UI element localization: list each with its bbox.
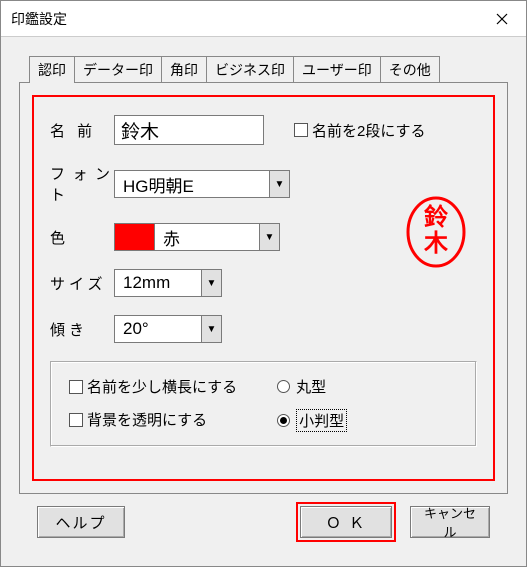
transparent-checkbox[interactable]: 背景を透明にする: [69, 409, 237, 430]
tab-strip: 認印 データー印 角印 ビジネス印 ユーザー印 その他: [29, 55, 508, 82]
stamp-preview: 鈴 木: [405, 195, 467, 269]
option-col-left: 名前を少し横長にする 背景を透明にする: [69, 376, 237, 432]
color-swatch: [115, 224, 155, 250]
size-combobox[interactable]: 12mm ▼: [114, 269, 222, 297]
tab-approval[interactable]: 認印: [29, 56, 75, 83]
ok-button[interactable]: Ｏ Ｋ: [300, 506, 392, 538]
row-name: 名 前 名前を2段にする: [50, 115, 477, 145]
checkbox-box-icon: [69, 380, 83, 394]
label-tilt: 傾き: [50, 319, 114, 340]
dropdown-arrow-icon: ▼: [259, 224, 279, 250]
tilt-value: 20°: [115, 316, 201, 342]
shape-oval-label: 小判型: [296, 409, 347, 432]
color-combobox[interactable]: 赤 ▼: [114, 223, 280, 251]
label-name: 名 前: [50, 120, 114, 141]
close-button[interactable]: [478, 1, 526, 37]
tab-square[interactable]: 角印: [161, 56, 207, 83]
titlebar: 印鑑設定: [1, 1, 526, 37]
ok-highlight: Ｏ Ｋ: [296, 502, 396, 542]
option-group: 名前を少し横長にする 背景を透明にする 丸型: [50, 361, 477, 447]
svg-text:木: 木: [423, 230, 449, 257]
row-size: サイズ 12mm ▼: [50, 269, 477, 297]
tab-business[interactable]: ビジネス印: [206, 56, 294, 83]
checkbox-box-icon: [69, 413, 83, 427]
tab-user[interactable]: ユーザー印: [293, 56, 381, 83]
checkbox-box-icon: [294, 123, 308, 137]
font-value: HG明朝E: [115, 171, 269, 197]
label-color: 色: [50, 227, 114, 248]
cancel-button[interactable]: キャンセル: [410, 506, 490, 538]
transparent-label: 背景を透明にする: [87, 409, 207, 430]
shape-round-radio[interactable]: 丸型: [277, 376, 347, 397]
color-value: 赤: [161, 224, 259, 250]
tilt-combobox[interactable]: 20° ▼: [114, 315, 222, 343]
font-combobox[interactable]: HG明朝E ▼: [114, 170, 290, 198]
help-button[interactable]: ヘルプ: [37, 506, 125, 538]
shape-oval-radio[interactable]: 小判型: [277, 409, 347, 432]
two-lines-checkbox[interactable]: 名前を2段にする: [294, 120, 426, 141]
option-col-right: 丸型 小判型: [277, 376, 347, 432]
label-size: サイズ: [50, 273, 114, 294]
dropdown-arrow-icon: ▼: [201, 270, 221, 296]
stamp-preview-icon: 鈴 木: [405, 195, 467, 269]
tab-data[interactable]: データー印: [74, 56, 162, 83]
highlight-frame: 名 前 名前を2段にする フォント HG明朝E ▼ 色: [32, 95, 495, 481]
dialog-window: 印鑑設定 認印 データー印 角印 ビジネス印 ユーザー印 その他 名 前: [0, 0, 527, 567]
radio-icon: [277, 380, 290, 393]
two-lines-label: 名前を2段にする: [312, 120, 426, 141]
window-title: 印鑑設定: [11, 9, 478, 29]
client-area: 認印 データー印 角印 ビジネス印 ユーザー印 その他 名 前 名前を2段にする…: [1, 37, 526, 566]
label-font: フォント: [50, 163, 114, 205]
elongate-checkbox[interactable]: 名前を少し横長にする: [69, 376, 237, 397]
name-input[interactable]: [114, 115, 264, 145]
shape-round-label: 丸型: [296, 376, 326, 397]
tab-other[interactable]: その他: [380, 56, 440, 83]
dropdown-arrow-icon: ▼: [269, 171, 289, 197]
button-bar: ヘルプ Ｏ Ｋ キャンセル: [19, 494, 508, 542]
size-value: 12mm: [115, 270, 201, 296]
dropdown-arrow-icon: ▼: [201, 316, 221, 342]
elongate-label: 名前を少し横長にする: [87, 376, 237, 397]
tab-panel: 名 前 名前を2段にする フォント HG明朝E ▼ 色: [19, 82, 508, 494]
radio-icon: [277, 414, 290, 427]
svg-text:鈴: 鈴: [424, 203, 449, 231]
row-tilt: 傾き 20° ▼: [50, 315, 477, 343]
close-icon: [496, 13, 508, 25]
